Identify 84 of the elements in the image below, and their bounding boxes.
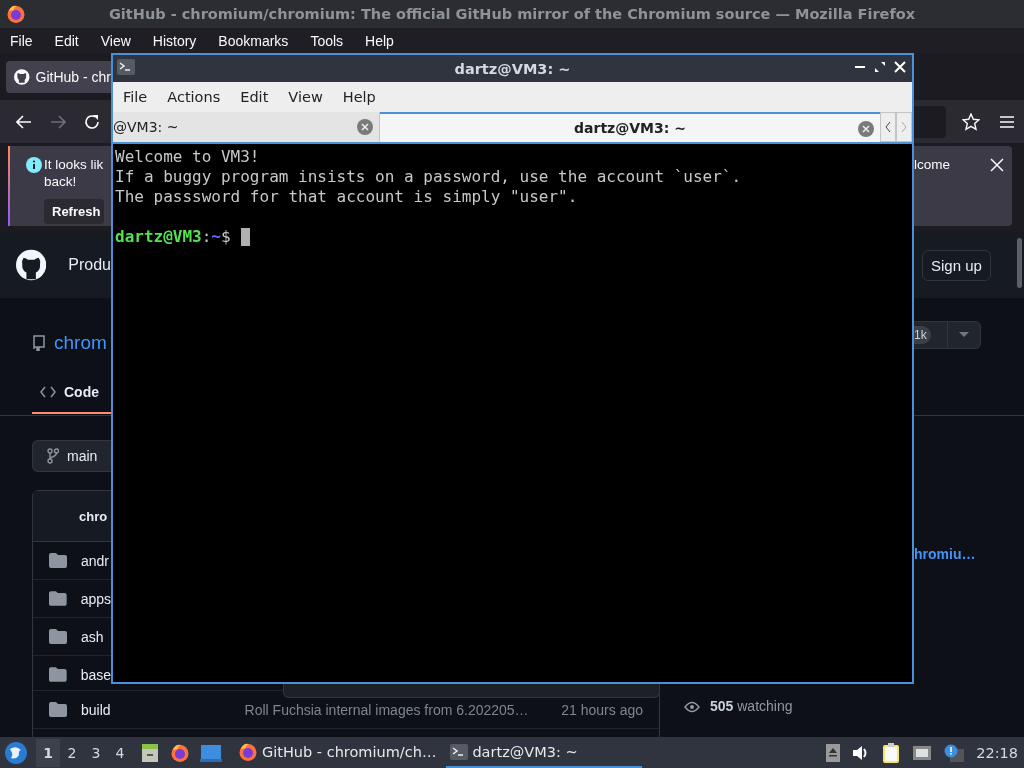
forward-icon[interactable]: [50, 114, 66, 129]
browser-tab[interactable]: GitHub - chr: [6, 61, 111, 93]
eject-icon[interactable]: [826, 743, 841, 762]
branch-button[interactable]: main: [32, 440, 111, 472]
window-title: dartz@VM3: ~: [454, 60, 571, 77]
nav-link[interactable]: Produ: [68, 256, 111, 274]
caret-icon[interactable]: [959, 332, 969, 338]
folder-icon: [49, 702, 67, 717]
menu-icon[interactable]: [1000, 115, 1014, 128]
taskbar-task[interactable]: dartz@VM3: ~: [446, 737, 643, 768]
folder-icon: [49, 553, 67, 568]
refresh-button[interactable]: Refresh: [44, 199, 105, 224]
terminal-output-line: If a buggy program insists on a password, use the account `user`.: [115, 167, 743, 187]
bookmark-star-icon[interactable]: [962, 112, 980, 131]
start-menu-icon[interactable]: [4, 740, 28, 765]
terminal-app-icon: [117, 59, 135, 75]
commit-message[interactable]: Roll Fuchsia internal images from 6.202205…: [244, 701, 529, 718]
window-title: GitHub - chromium/chromium: The official GitHub mirror of the Chromium source — Mozilla Firefox: [108, 6, 915, 22]
watchers-count[interactable]: 505 watching: [710, 698, 793, 714]
commit-time: 21 hours ago: [561, 701, 643, 718]
workspace-button[interactable]: 1: [36, 738, 60, 767]
info-icon: [26, 157, 42, 173]
workspace-button[interactable]: 2: [60, 738, 84, 767]
github-logo-icon[interactable]: [16, 249, 47, 281]
notification-text: lcome: [914, 156, 950, 174]
menu-item[interactable]: Edit: [54, 32, 79, 49]
text-cursor: [240, 228, 250, 246]
menu-item[interactable]: File: [123, 89, 148, 105]
taskbar-task[interactable]: GitHub - chromium/ch…: [234, 737, 441, 768]
terminal-output-line: Welcome to VM3!: [115, 147, 261, 167]
file-name[interactable]: base: [80, 666, 111, 683]
menu-item[interactable]: Help: [365, 32, 394, 49]
sign-up-button[interactable]: Sign up: [922, 249, 991, 281]
folder-icon: [49, 629, 67, 644]
terminal-tab[interactable]: dartz@VM3: ~: [380, 112, 880, 142]
terminal-tab[interactable]: @VM3: ~: [113, 112, 380, 142]
repo-link[interactable]: chrom: [54, 332, 107, 354]
repo-icon: [32, 335, 46, 351]
terminal-icon: [450, 743, 469, 760]
github-logo-icon: [14, 69, 30, 85]
clipboard-icon[interactable]: [882, 742, 901, 763]
about-link[interactable]: hromiu…: [914, 416, 1024, 562]
window-icon[interactable]: [200, 743, 222, 762]
close-tab-icon[interactable]: [858, 121, 874, 137]
firefox-icon: [238, 741, 258, 762]
firefox-launcher-icon: [170, 742, 190, 763]
terminal-output-line: The passsword for that account is simply "user".: [115, 187, 579, 207]
menu-item[interactable]: Help: [342, 89, 376, 105]
code-icon: [40, 386, 56, 398]
workspace-button[interactable]: 4: [108, 738, 132, 767]
file-name[interactable]: build: [81, 701, 111, 718]
notification-text: It looks lik back!: [44, 156, 105, 190]
file-name[interactable]: apps: [80, 590, 111, 607]
firefox-logo-icon: [6, 4, 26, 24]
menu-item[interactable]: File: [10, 32, 33, 49]
file-cabinet-icon[interactable]: [140, 742, 160, 763]
menu-item[interactable]: Actions: [167, 89, 221, 105]
reload-icon[interactable]: [84, 113, 100, 130]
menu-item[interactable]: View: [100, 32, 131, 49]
file-name[interactable]: ash: [81, 628, 104, 645]
menu-item[interactable]: Tools: [310, 32, 344, 49]
close-tab-icon[interactable]: [357, 119, 373, 135]
menu-item[interactable]: Bookmarks: [218, 32, 289, 49]
file-name[interactable]: andr: [81, 552, 110, 569]
menu-item[interactable]: History: [152, 32, 197, 49]
network-icon[interactable]: [912, 744, 933, 761]
branch-icon: [47, 448, 59, 464]
commit-author[interactable]: chro: [33, 491, 111, 542]
workspace-button[interactable]: 3: [84, 738, 108, 767]
eye-icon: [684, 701, 700, 713]
notification-icon[interactable]: [944, 743, 965, 762]
clock: 22:18: [976, 744, 1018, 761]
back-icon[interactable]: [16, 114, 32, 129]
menu-item[interactable]: View: [288, 89, 323, 105]
scrollbar-thumb[interactable]: [1017, 238, 1022, 288]
code-tab[interactable]: Code: [32, 372, 111, 414]
close-icon[interactable]: [990, 158, 1004, 172]
folder-icon: [49, 667, 67, 682]
shell-prompt: dartz@VM3:~$: [115, 227, 231, 247]
folder-icon: [49, 591, 67, 606]
close-icon[interactable]: [894, 61, 906, 73]
maximize-icon[interactable]: [874, 61, 886, 73]
menu-item[interactable]: Edit: [240, 89, 269, 105]
star-count: 1k: [914, 326, 931, 344]
